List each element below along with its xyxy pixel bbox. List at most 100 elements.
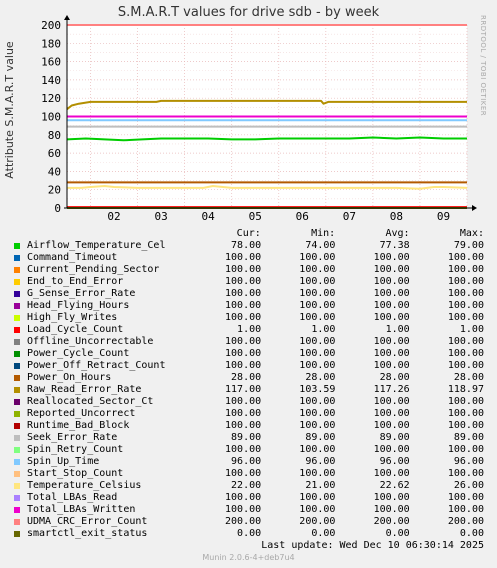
legend-avg: 100.00 — [373, 288, 410, 299]
legend-swatch — [14, 459, 20, 465]
legend-row: Spin_Up_Time 96.00 96.00 96.00 96.00 — [14, 456, 484, 468]
legend-cur: 96.00 — [231, 456, 262, 467]
legend-min: 89.00 — [305, 432, 336, 443]
legend-avg: 77.38 — [379, 240, 410, 251]
legend-min: 100.00 — [299, 264, 336, 275]
x-tick-label: 03 — [154, 210, 167, 223]
legend-avg: 100.00 — [373, 444, 410, 455]
legend-avg: 100.00 — [373, 348, 410, 359]
legend-row: Temperature_Celsius 22.00 21.00 22.62 26.00 — [14, 480, 484, 492]
legend-cur: 28.00 — [231, 372, 262, 383]
x-tick-label: 06 — [296, 210, 309, 223]
legend-name: Spin_Up_Time — [27, 456, 100, 467]
legend-row: Power_On_Hours 28.00 28.00 28.00 28.00 — [14, 372, 484, 384]
legend-swatch — [14, 447, 20, 453]
legend-swatch — [14, 423, 20, 429]
legend-min: 100.00 — [299, 288, 336, 299]
legend-avg: 100.00 — [373, 300, 410, 311]
legend-avg: 100.00 — [373, 408, 410, 419]
legend-cur: 100.00 — [225, 348, 262, 359]
legend-swatch — [14, 291, 20, 297]
legend-swatch — [14, 387, 20, 393]
legend-avg: 100.00 — [373, 396, 410, 407]
legend-cur: 89.00 — [231, 432, 262, 443]
legend-min: 0.00 — [311, 528, 336, 539]
legend-swatch — [14, 399, 20, 405]
legend-max: 100.00 — [447, 504, 484, 515]
legend-swatch — [14, 327, 20, 333]
x-tick-label: 04 — [202, 210, 216, 223]
last-update: Last update: Wed Dec 10 06:30:14 2025 — [261, 540, 484, 551]
legend-max: 200.00 — [447, 516, 484, 527]
legend-swatch — [14, 411, 20, 417]
legend-min: 100.00 — [299, 396, 336, 407]
legend-cur: 200.00 — [225, 516, 262, 527]
legend-swatch — [14, 483, 20, 489]
legend-swatch — [14, 315, 20, 321]
legend-header-avg: Avg: — [385, 228, 410, 239]
legend-swatch — [14, 531, 20, 537]
legend-cur: 0.00 — [237, 528, 262, 539]
legend-header-cur: Cur: — [236, 228, 261, 239]
legend-name: Current_Pending_Sector — [27, 264, 160, 275]
legend-row: High_Fly_Writes 100.00 100.00 100.00 100.00 — [14, 312, 484, 324]
legend-min: 21.00 — [305, 480, 336, 491]
y-tick-label: 40 — [48, 165, 61, 178]
legend-name: Head_Flying_Hours — [27, 300, 130, 311]
legend-row: Total_LBAs_Read 100.00 100.00 100.00 100.00 — [14, 492, 484, 504]
legend-max: 100.00 — [447, 444, 484, 455]
legend-avg: 1.00 — [385, 324, 410, 335]
legend-row: Airflow_Temperature_Cel 78.00 74.00 77.38 79… — [14, 240, 484, 252]
legend-avg: 100.00 — [373, 264, 410, 275]
legend-min: 100.00 — [299, 336, 336, 347]
legend-cur: 78.00 — [231, 240, 262, 251]
legend-swatch — [14, 303, 20, 309]
legend-max: 100.00 — [447, 264, 484, 275]
y-tick-label: 160 — [41, 56, 61, 69]
x-tick-label: 08 — [390, 210, 403, 223]
legend-cur: 100.00 — [225, 312, 262, 323]
legend-name: smartctl_exit_status — [27, 528, 148, 539]
legend-max: 100.00 — [447, 300, 484, 311]
legend-cur: 100.00 — [225, 492, 262, 503]
legend-swatch — [14, 519, 20, 525]
legend-name: Total_LBAs_Read — [27, 492, 118, 503]
legend-max: 96.00 — [453, 456, 484, 467]
legend-name: Spin_Retry_Count — [27, 444, 124, 455]
legend-max: 26.00 — [453, 480, 484, 491]
legend-avg: 22.62 — [379, 480, 410, 491]
y-tick-label: 140 — [41, 74, 61, 87]
legend-row: Load_Cycle_Count 1.00 1.00 1.00 1.00 — [14, 324, 484, 336]
legend-min: 100.00 — [299, 492, 336, 503]
legend-avg: 100.00 — [373, 360, 410, 371]
legend-rows: Airflow_Temperature_Cel 78.00 74.00 77.38 79… — [14, 240, 484, 540]
x-axis-arrow — [472, 205, 477, 211]
legend-min: 103.59 — [299, 384, 336, 395]
legend-avg: 100.00 — [373, 312, 410, 323]
legend-avg: 100.00 — [373, 468, 410, 479]
y-tick-label: 20 — [48, 184, 61, 197]
legend-row: Seek_Error_Rate 89.00 89.00 89.00 89.00 — [14, 432, 484, 444]
y-tick-label: 0 — [54, 202, 61, 215]
legend-max: 100.00 — [447, 348, 484, 359]
legend-table: Cur: Min: Avg: Max: Airflow_Temperature_… — [14, 228, 484, 540]
legend-max: 28.00 — [453, 372, 484, 383]
legend-min: 74.00 — [305, 240, 336, 251]
legend-swatch — [14, 351, 20, 357]
legend-cur: 1.00 — [237, 324, 262, 335]
legend-max: 100.00 — [447, 336, 484, 347]
legend-swatch — [14, 363, 20, 369]
legend-min: 100.00 — [299, 420, 336, 431]
legend-row: Command_Timeout 100.00 100.00 100.00 100.00 — [14, 252, 484, 264]
y-tick-labels: 0 20 40 60 80 100 120 140 160 180 200 — [41, 19, 61, 215]
legend-min: 100.00 — [299, 444, 336, 455]
legend-name: Raw_Read_Error_Rate — [27, 384, 142, 395]
legend-name: Power_Cycle_Count — [27, 348, 130, 359]
legend-name: Seek_Error_Rate — [27, 432, 118, 443]
y-tick-label: 200 — [41, 19, 61, 32]
legend-max: 100.00 — [447, 360, 484, 371]
legend-min: 96.00 — [305, 456, 336, 467]
y-tick-label: 180 — [41, 37, 61, 50]
legend-max: 0.00 — [459, 528, 484, 539]
y-tick-label: 100 — [41, 111, 61, 124]
